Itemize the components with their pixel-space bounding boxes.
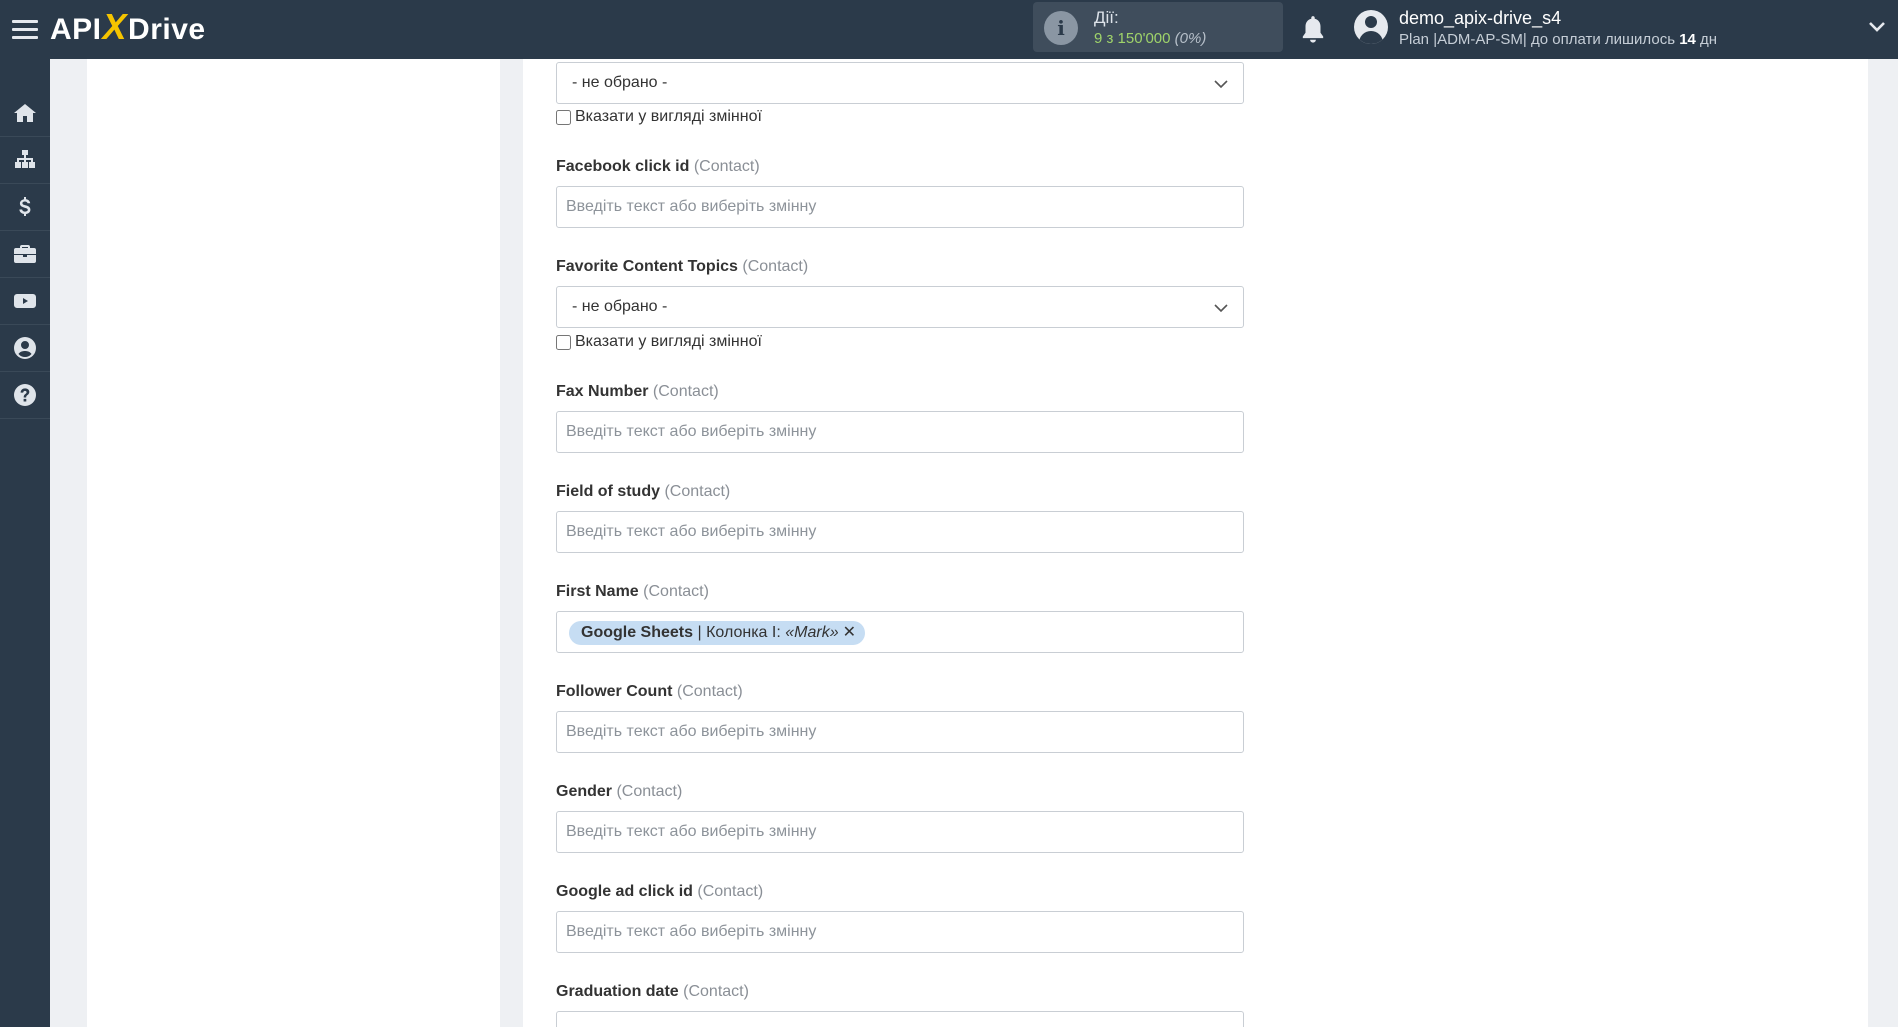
sitemap-icon (15, 150, 35, 168)
remove-tag-icon[interactable]: ✕ (843, 621, 856, 645)
apix-drive-logo[interactable]: APIXDrive (50, 9, 206, 48)
label-fax-number: Fax Number (Contact) (556, 383, 719, 400)
label-gender: Gender (Contact) (556, 783, 683, 800)
info-icon: i (1044, 11, 1078, 45)
user-circle-icon (14, 337, 36, 359)
sidebar-item-account[interactable] (0, 325, 50, 372)
plan-info: Plan |ADM-AP-SM| до оплати лишилось 14 д… (1399, 31, 1718, 48)
variable-checkbox-input[interactable] (556, 334, 571, 350)
youtube-icon (14, 294, 36, 308)
chevron-down-icon[interactable] (1868, 18, 1886, 36)
google-ad-click-id-input[interactable] (556, 911, 1244, 953)
variable-checkbox-input[interactable] (556, 109, 571, 125)
user-name[interactable]: demo_apix-drive_s4 (1399, 8, 1561, 29)
sidebar-item-home[interactable] (0, 90, 50, 137)
actions-label: Дії: (1094, 8, 1119, 27)
help-icon (14, 384, 36, 406)
hamburger-menu-icon[interactable] (12, 15, 38, 43)
first-name-input[interactable]: Google Sheets | Колонка I: «Mark» ✕ (556, 611, 1244, 653)
top-bar: APIXDrive i Дії: 9 з 150'000 (0%) demo_a… (0, 0, 1898, 59)
field-of-study-input[interactable] (556, 511, 1244, 553)
variable-checkbox-1[interactable]: Вказати у вигляді змінної (556, 108, 762, 126)
actions-value: 9 з 150'000 (0%) (1094, 30, 1207, 47)
sidebar-item-projects[interactable] (0, 231, 50, 278)
facebook-click-id-input[interactable] (556, 186, 1244, 228)
field-select-unnamed[interactable]: - не обрано - (556, 62, 1244, 104)
graduation-date-input[interactable] (556, 1011, 1244, 1027)
home-icon (14, 104, 36, 122)
favorite-content-topics-select[interactable]: - не обрано - (556, 286, 1244, 328)
follower-count-input[interactable] (556, 711, 1244, 753)
sidebar (0, 59, 50, 1027)
actions-counter[interactable]: i Дії: 9 з 150'000 (0%) (1033, 2, 1283, 52)
variable-checkbox-2[interactable]: Вказати у вигляді змінної (556, 333, 762, 351)
label-first-name: First Name (Contact) (556, 583, 709, 600)
briefcase-icon (14, 245, 36, 263)
left-panel (87, 59, 500, 1027)
sidebar-item-help[interactable] (0, 372, 50, 419)
gender-input[interactable] (556, 811, 1244, 853)
user-avatar[interactable] (1354, 10, 1388, 44)
label-follower-count: Follower Count (Contact) (556, 683, 743, 700)
variable-tag[interactable]: Google Sheets | Колонка I: «Mark» ✕ (569, 621, 866, 645)
sidebar-item-connections[interactable] (0, 137, 50, 184)
label-favorite-content-topics: Favorite Content Topics (Contact) (556, 258, 809, 275)
label-google-ad-click-id: Google ad click id (Contact) (556, 883, 764, 900)
label-graduation-date: Graduation date (Contact) (556, 983, 749, 1000)
sidebar-item-billing[interactable] (0, 184, 50, 231)
chevron-down-icon (1214, 304, 1228, 313)
fax-number-input[interactable] (556, 411, 1244, 453)
sidebar-item-videos[interactable] (0, 278, 50, 325)
label-facebook-click-id: Facebook click id (Contact) (556, 158, 760, 175)
bell-icon[interactable] (1300, 14, 1326, 44)
chevron-down-icon (1214, 80, 1228, 89)
label-field-of-study: Field of study (Contact) (556, 483, 731, 500)
dollar-icon (19, 197, 31, 216)
